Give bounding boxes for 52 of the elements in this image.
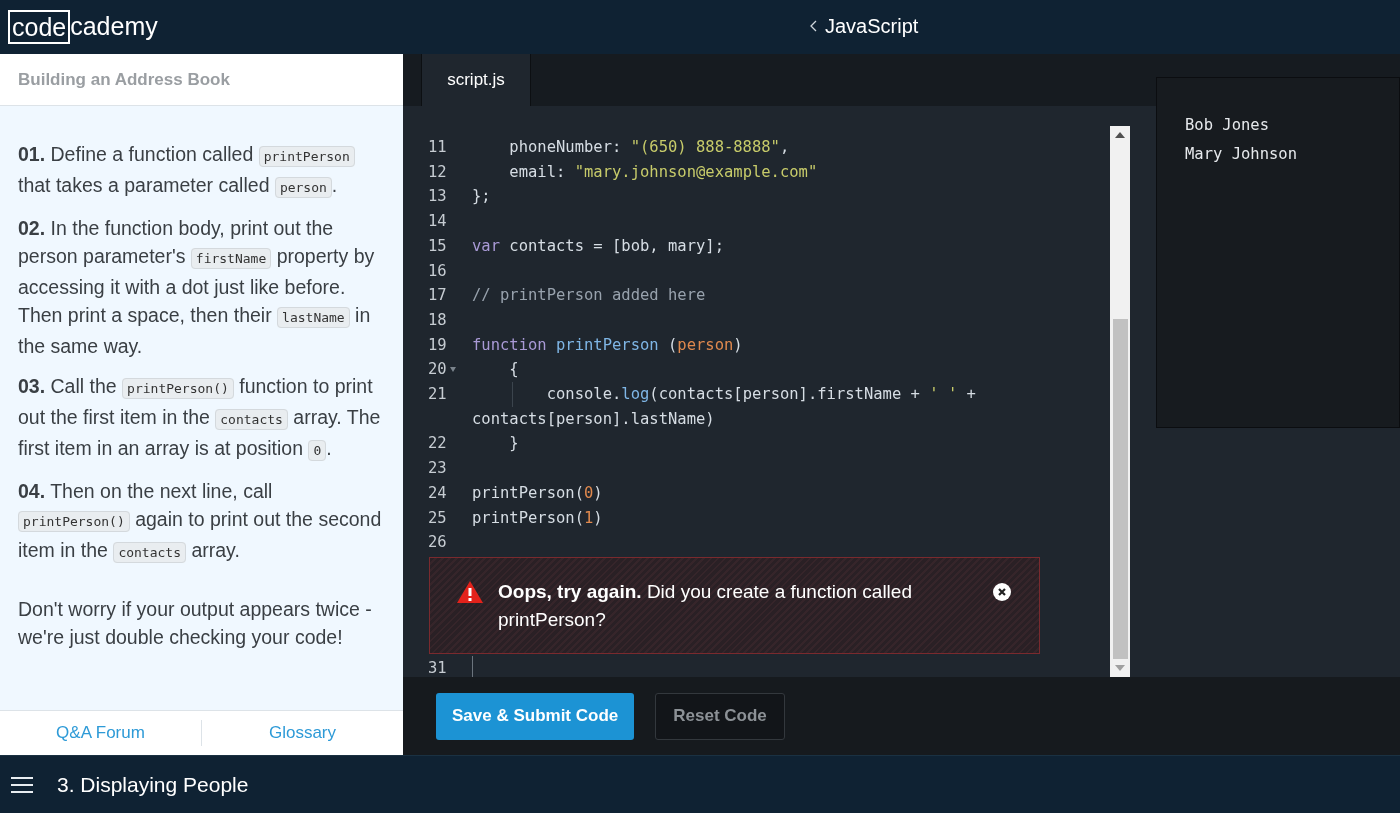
code-line: email: "mary.johnson@example.com" (508, 161, 818, 183)
code-line: printPerson(0) (472, 482, 603, 504)
note-text: Don't worry if your output appears twice - we're just double checking your code! (18, 597, 373, 650)
fold-arrow-icon[interactable] (449, 367, 456, 373)
code-line: function printPerson (person) (472, 334, 743, 356)
line-number: 25 (428, 507, 447, 529)
code-line: printPerson(1) (472, 507, 603, 529)
instruction-text: 04. Then on the next line, call printPerson() again to print out the second item in the contacts array. (18, 479, 383, 565)
scroll-up-icon[interactable] (1115, 132, 1125, 138)
line-number: 22 (428, 433, 447, 455)
instruction-text: 01. Define a function called printPerson that takes a parameter called person . (18, 140, 385, 202)
instruction-text: 03. Call the printPerson() function to print out the first item in the contacts array. The first item in an array is at position 0 . (18, 374, 382, 463)
scroll-thumb[interactable] (1112, 319, 1128, 659)
line-number: 31 (428, 658, 447, 677)
course-title[interactable]: JavaScript (825, 11, 919, 41)
code-line: phoneNumber: "(650) 888-8888", (508, 137, 790, 158)
output-line: Mary Johnson (1185, 144, 1298, 165)
warning-icon (456, 579, 484, 604)
line-number: 13 (428, 186, 447, 208)
reset-button[interactable]: Reset Code (655, 692, 785, 740)
error-message: Oops, try again. Did you create a function called printPerson? (498, 579, 913, 632)
code-line: var contacts = [bob, mary]; (472, 235, 724, 257)
menu-icon[interactable] (11, 776, 33, 793)
line-number: 11 (428, 137, 447, 158)
output-line: Bob Jones (1185, 115, 1270, 136)
line-number: 21 (428, 384, 447, 406)
scrollbar[interactable] (1110, 126, 1130, 677)
line-number: 12 (428, 161, 447, 183)
close-icon[interactable] (993, 582, 1011, 601)
lesson-title: Building an Address Book (18, 68, 230, 91)
line-number: 16 (428, 260, 447, 282)
line-number: 24 (428, 482, 447, 504)
line-number: 15 (428, 235, 447, 257)
instruction-text: 02. In the function body, print out the person parameter's firstName property by accessing it with a dot just like before. Then print a space, then their lastName in the same way. (18, 216, 376, 359)
file-tab[interactable]: script.js (421, 54, 531, 106)
logo[interactable]: code cademy (8, 8, 158, 46)
line-number: 18 (428, 309, 447, 331)
line-number: 23 (428, 458, 447, 480)
code-line: console.log(contacts[person].firstName + ' ' + (472, 382, 976, 407)
code-line: { (508, 359, 519, 381)
text-cursor (472, 655, 473, 680)
exercise-title[interactable]: 3. Displaying People (57, 768, 249, 801)
code-line: } (508, 433, 519, 455)
line-number: 20 (428, 359, 447, 381)
line-number: 26 (428, 532, 447, 554)
line-number: 19 (428, 334, 447, 356)
line-number: 14 (428, 211, 447, 233)
code-line: contacts[person].lastName) (472, 408, 715, 430)
code-line: }; (472, 186, 491, 208)
back-chevron-icon[interactable] (810, 20, 817, 32)
code-line: // printPerson added here (472, 285, 706, 307)
line-number: 17 (428, 285, 447, 307)
